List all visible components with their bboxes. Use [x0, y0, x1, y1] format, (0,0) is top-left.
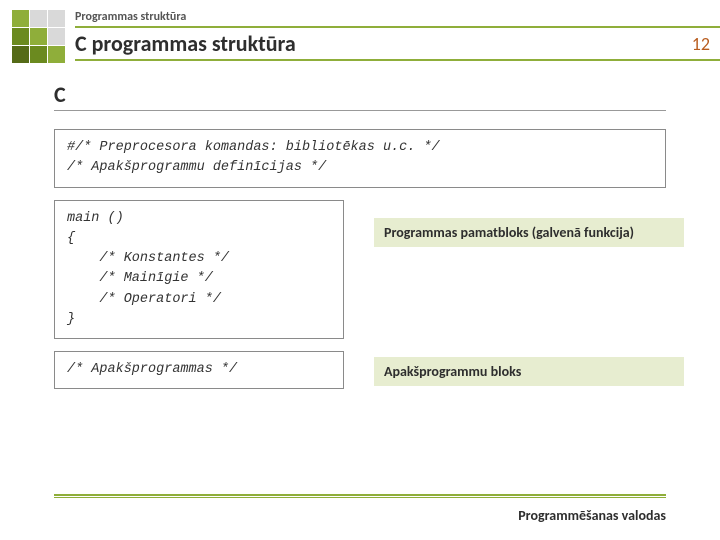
- subprogram-block: /* Apakšprogrammas */: [54, 351, 344, 389]
- title-row: C programmas struktūra 12: [75, 26, 720, 61]
- page-title: C programmas struktūra: [75, 30, 296, 57]
- breadcrumb: Programmas struktūra: [75, 6, 720, 26]
- sub-block-row: /* Apakšprogrammas */ Apakšprogrammu blo…: [54, 351, 666, 389]
- logo-icon: [12, 10, 65, 63]
- content: #/* Preprocesora komandas: bibliotēkas u…: [54, 129, 666, 389]
- footer-rule: [54, 494, 666, 498]
- header-text-block: Programmas struktūra C programmas strukt…: [75, 0, 720, 61]
- main-block-row: main () { /* Konstantes */ /* Mainīgie *…: [54, 200, 666, 340]
- main-function-block: main () { /* Konstantes */ /* Mainīgie *…: [54, 200, 344, 340]
- section-label: C: [54, 81, 666, 111]
- preprocessor-block: #/* Preprocesora komandas: bibliotēkas u…: [54, 129, 666, 188]
- page-number: 12: [692, 33, 710, 55]
- header: Programmas struktūra C programmas strukt…: [0, 0, 720, 63]
- sub-callout: Apakšprogrammu bloks: [374, 357, 684, 386]
- footer-text: Programmēšanas valodas: [518, 507, 666, 524]
- main-callout: Programmas pamatbloks (galvenā funkcija): [374, 218, 684, 247]
